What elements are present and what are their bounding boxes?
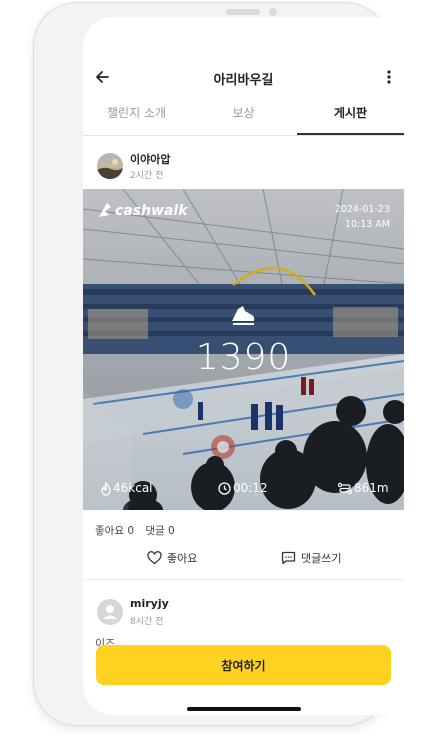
cashwalk-logo-icon <box>99 203 111 217</box>
avatar[interactable] <box>97 153 123 179</box>
front-camera <box>269 8 277 16</box>
tab-challenge-intro[interactable]: 챌린지 소개 <box>83 99 190 135</box>
tab-bar: 챌린지 소개 보상 게시판 <box>83 99 404 136</box>
flame-icon <box>101 482 111 496</box>
join-button[interactable]: 참여하기 <box>96 645 391 685</box>
comment-button-label: 댓글쓰기 <box>301 552 342 565</box>
page-title: 아리바우길 <box>213 73 274 88</box>
heart-icon <box>147 551 162 565</box>
post-time: 8시간 전 <box>130 617 164 627</box>
step-count: 1390 <box>195 337 292 378</box>
photo-time: 10:13 AM <box>344 219 390 230</box>
post-photo[interactable]: cashwalk 2024-01-23 10:13 AM 1390 46kcal… <box>83 189 404 510</box>
phone-frame: 아리바우길 챌린지 소개 보상 게시판 이야아압 2시간 전 cashwalk … <box>33 2 404 726</box>
distance-value: 861m <box>354 481 389 495</box>
more-vertical-icon[interactable] <box>386 69 392 85</box>
calories-value: 46kcal <box>113 481 153 495</box>
route-icon <box>338 482 352 495</box>
comment-icon <box>281 551 296 565</box>
duration-value: 00:12 <box>233 481 268 495</box>
speaker <box>226 9 260 15</box>
comments-count: 댓글 0 <box>145 525 175 537</box>
like-button[interactable]: 좋아요 <box>147 550 197 566</box>
tab-board[interactable]: 게시판 <box>297 99 404 135</box>
tab-rewards[interactable]: 보상 <box>190 99 297 135</box>
post-username[interactable]: miryjy <box>130 597 169 610</box>
post-username[interactable]: 이야아압 <box>130 151 170 167</box>
photo-date: 2024-01-23 <box>334 204 390 215</box>
post-divider <box>83 579 404 580</box>
post-stats: 좋아요 0 댓글 0 <box>95 523 183 538</box>
like-button-label: 좋아요 <box>167 552 198 565</box>
active-tab-indicator <box>297 133 404 135</box>
home-indicator <box>187 707 301 711</box>
user-icon[interactable] <box>97 599 123 625</box>
comment-button[interactable]: 댓글쓰기 <box>281 550 341 566</box>
app-screen: 아리바우길 챌린지 소개 보상 게시판 이야아압 2시간 전 cashwalk … <box>83 17 404 715</box>
clock-icon <box>218 482 231 495</box>
shoe-icon <box>232 306 255 325</box>
brand-logo-text: cashwalk <box>115 203 188 219</box>
likes-count: 좋아요 0 <box>95 525 134 537</box>
post-time: 2시간 전 <box>130 171 164 181</box>
